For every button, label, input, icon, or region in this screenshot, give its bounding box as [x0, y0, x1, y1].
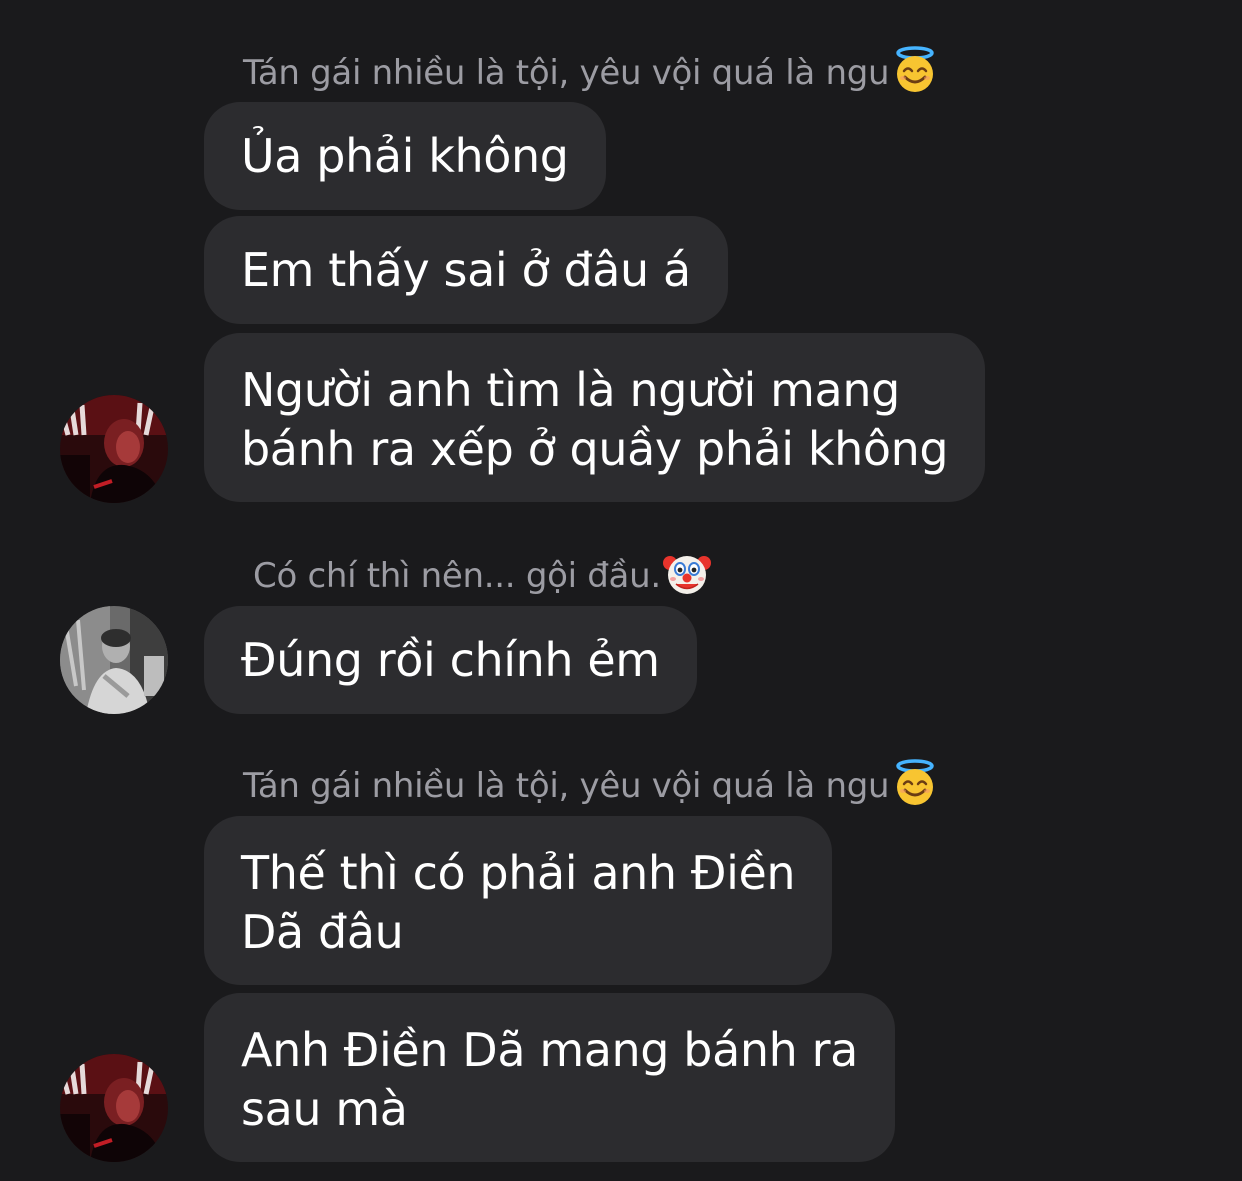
message-bubble[interactable]: Đúng rồi chính ẻm	[204, 606, 697, 714]
red-dark-portrait-icon	[60, 1054, 168, 1162]
sender-name-text: Có chí thì nên... gội đầu.	[253, 556, 661, 596]
avatar[interactable]	[60, 395, 168, 503]
clown-face-emoji-icon	[662, 556, 711, 594]
message-text: Ủa phải không	[241, 129, 569, 183]
message-text: Đúng rồi chính ẻm	[241, 633, 660, 687]
sender-name-2: Có chí thì nên... gội đầu.	[253, 549, 711, 597]
message-bubble[interactable]: Anh Điền Dã mang bánh ra sau mà	[204, 993, 895, 1162]
grayscale-portrait-icon	[60, 606, 168, 714]
sender-name-3: Tán gái nhiều là tội, yêu vội quá là ngu	[243, 759, 939, 807]
message-bubble[interactable]: Ủa phải không	[204, 102, 606, 210]
message-text-line-2: bánh ra xếp ở quầy phải không	[241, 422, 949, 476]
message-bubble[interactable]: Người anh tìm là người mang bánh ra xếp …	[204, 333, 986, 502]
halo-smile-emoji-icon	[896, 46, 934, 92]
red-dark-portrait-icon	[60, 395, 168, 503]
avatar[interactable]	[60, 1054, 168, 1162]
message-bubble[interactable]: Em thấy sai ở đâu á	[204, 216, 728, 324]
halo-smile-emoji-icon	[896, 759, 934, 805]
message-text-line-1: Anh Điền Dã mang bánh ra	[241, 1023, 858, 1077]
message-text-line-2: sau mà	[241, 1082, 408, 1136]
message-text: Em thấy sai ở đâu á	[241, 243, 691, 297]
sender-name-text: Tán gái nhiều là tội, yêu vội quá là ngu	[243, 53, 890, 93]
sender-name-1: Tán gái nhiều là tội, yêu vội quá là ngu	[243, 46, 939, 94]
avatar[interactable]	[60, 606, 168, 714]
message-bubble[interactable]: Thế thì có phải anh Điền Dã đâu	[204, 816, 833, 985]
message-text-line-1: Thế thì có phải anh Điền	[241, 846, 796, 900]
message-text-line-2: Dã đâu	[241, 905, 404, 959]
sender-name-text: Tán gái nhiều là tội, yêu vội quá là ngu	[243, 766, 890, 806]
message-text-line-1: Người anh tìm là người mang	[241, 363, 900, 417]
